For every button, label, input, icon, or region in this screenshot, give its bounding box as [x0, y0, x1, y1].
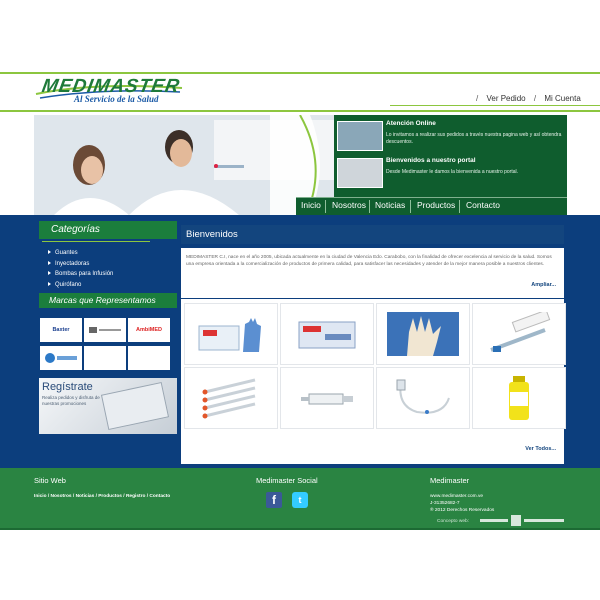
- nav-separator: [325, 200, 326, 213]
- link-divider: /: [533, 94, 537, 103]
- product-box-image-icon: [298, 321, 356, 349]
- category-item-bombas[interactable]: Bombas para Infusión: [48, 269, 178, 280]
- page-title: Bienvenidos: [186, 229, 238, 240]
- content-header: Bienvenidos: [181, 225, 564, 244]
- categories-list: Guantes Inyectadoras Bombas para Infusió…: [48, 248, 178, 290]
- news-body: Desde Medimaster le damos la bienvenida …: [386, 169, 519, 175]
- intro-panel: MEDIMASTER C.I, nace en el año 2005, ubi…: [181, 248, 564, 298]
- brand-slot-empty: [128, 346, 170, 370]
- brand-slot-empty: [84, 346, 126, 370]
- category-label: Guantes: [55, 250, 78, 256]
- category-item-guantes[interactable]: Guantes: [48, 248, 178, 259]
- footer-bottom-line: [0, 528, 600, 530]
- intro-text: MEDIMASTER C.I, nace en el año 2005, ubi…: [186, 255, 552, 267]
- bullet-arrow-icon: [48, 260, 51, 265]
- brand-mark-icon: [45, 353, 77, 363]
- header-divider: [0, 110, 600, 112]
- category-label: Bombas para Infusión: [55, 271, 114, 277]
- product-grid: Ver Todos...: [181, 299, 566, 464]
- syringes-set-image-icon: [202, 378, 256, 419]
- brand-mark-icon: [89, 327, 121, 333]
- nav-item-nosotros[interactable]: Nosotros: [332, 200, 366, 210]
- product-card[interactable]: [184, 367, 278, 429]
- news-item[interactable]: Atención Online Lo invitamos a realizar …: [337, 118, 567, 158]
- antiseptic-bottle-image-icon: [509, 376, 529, 420]
- brands-title: Marcas que Representamos: [49, 295, 156, 305]
- brand-logo[interactable]: [40, 346, 82, 370]
- iv-set-image-icon: [396, 379, 450, 414]
- categories-underline: [42, 241, 150, 242]
- nav-separator: [369, 200, 370, 213]
- product-card[interactable]: [280, 367, 374, 429]
- loyalty-card-icon: [100, 381, 170, 431]
- nav-item-contacto[interactable]: Contacto: [466, 200, 500, 210]
- news-thumbnail: [337, 121, 383, 151]
- bullet-arrow-icon: [48, 281, 51, 286]
- brand-logo-baxter[interactable]: Baxter: [40, 318, 82, 342]
- account-links: / Ver Pedido / Mi Cuenta: [470, 94, 581, 103]
- news-title: Bienvenidos a nuestro portal: [386, 157, 476, 164]
- large-syringe-image-icon: [301, 393, 353, 405]
- category-item-quirofano[interactable]: Quirófano: [48, 280, 178, 291]
- news-thumbnail: [337, 158, 383, 188]
- product-card[interactable]: [184, 303, 278, 365]
- register-promo[interactable]: Regístrate Realiza pedidos y disfruta de…: [39, 378, 177, 434]
- medimaster-logo[interactable]: MEDIMASTER Al Servicio de la Salud: [34, 76, 184, 108]
- footer-copyright: ® 2012 Derechos Reservados: [430, 508, 495, 513]
- tecnoweb-logo-icon[interactable]: [480, 515, 568, 526]
- footer-social-title: Medimaster Social: [256, 476, 318, 485]
- bullet-arrow-icon: [48, 250, 51, 254]
- product-card[interactable]: [376, 367, 470, 429]
- syringe-pack-image-icon: [490, 312, 551, 352]
- read-more-link[interactable]: Ampliar...: [531, 282, 556, 288]
- brands-header: Marcas que Representamos: [39, 293, 177, 308]
- footer-website[interactable]: www.medimaster.com.ve: [430, 493, 483, 500]
- latex-glove-image-icon: [387, 312, 459, 356]
- category-label: Inyectadoras: [55, 260, 90, 267]
- brand-logo[interactable]: [84, 318, 126, 342]
- link-divider: /: [476, 94, 479, 103]
- bullet-arrow-icon: [48, 271, 51, 275]
- facebook-icon[interactable]: f: [266, 492, 282, 508]
- footer-rif: J-31352682-7: [430, 501, 460, 506]
- news-title: Atención Online: [386, 120, 436, 127]
- product-card[interactable]: [472, 303, 566, 365]
- nav-item-productos[interactable]: Productos: [417, 200, 455, 210]
- footer-site-title: Sitio Web: [34, 476, 66, 485]
- logo-slogan: Al Servicio de la Salud: [74, 94, 159, 104]
- my-account-link[interactable]: Mi Cuenta: [544, 94, 580, 103]
- footer-credit: Concepto web:: [437, 519, 469, 524]
- view-all-link[interactable]: Ver Todos...: [525, 446, 556, 452]
- glove-box-image-icon: [198, 318, 261, 352]
- brand-logo-ambimed[interactable]: AmbiMED: [128, 318, 170, 342]
- nav-item-inicio[interactable]: Inicio: [301, 200, 321, 210]
- header-divider-short: [390, 105, 600, 106]
- main-nav: Inicio Nosotros Noticias Productos Conta…: [296, 197, 567, 215]
- category-item-inyectadoras[interactable]: Inyectadoras: [48, 259, 178, 270]
- top-accent-line: [0, 72, 600, 74]
- nav-separator: [410, 200, 411, 213]
- product-card[interactable]: [472, 367, 566, 429]
- view-order-link[interactable]: Ver Pedido: [486, 94, 525, 103]
- product-card[interactable]: [280, 303, 374, 365]
- register-text: Realiza pedidos y disfruta de nuestras p…: [42, 395, 100, 406]
- news-body: Lo invitamos a realizar sus pedidos a tr…: [386, 132, 562, 145]
- register-title: Regístrate: [42, 381, 93, 393]
- footer-company-title: Medimaster: [430, 476, 470, 485]
- news-item[interactable]: Bienvenidos a nuestro portal Desde Medim…: [337, 155, 567, 195]
- footer-site-links[interactable]: Inicio / Nosotros / Noticias / Productos…: [34, 493, 170, 500]
- twitter-icon[interactable]: t: [292, 492, 308, 508]
- categories-header: Categorías: [39, 221, 177, 239]
- category-label: Quirófano: [55, 281, 82, 288]
- categories-title: Categorías: [51, 224, 100, 235]
- product-card[interactable]: [376, 303, 470, 365]
- nav-item-noticias[interactable]: Noticias: [375, 200, 405, 210]
- nav-separator: [459, 200, 460, 213]
